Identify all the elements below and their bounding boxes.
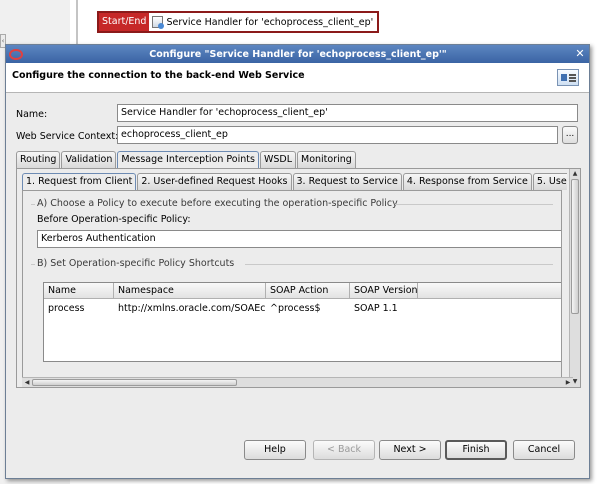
vertical-scroll-thumb[interactable] (571, 179, 579, 314)
cell-soap-version: SOAP 1.1 (354, 303, 398, 314)
cell-name: process (48, 303, 85, 314)
next-button[interactable]: Next > (379, 440, 441, 460)
service-handler-icon (152, 16, 165, 29)
tab-message-interception-points[interactable]: Message Interception Points (117, 151, 259, 169)
web-service-icon (557, 69, 579, 86)
section-a-title: A) Choose a Policy to execute before exe… (37, 198, 398, 209)
dialog-header: Configure the connection to the back-end… (6, 63, 589, 93)
context-label: Web Service Context: (16, 131, 119, 142)
horizontal-scroll-thumb[interactable] (32, 379, 237, 386)
table-row[interactable]: process http://xmlns.oracle.com/SOAEcho … (44, 301, 561, 319)
context-input[interactable]: echoprocess_client_ep (117, 126, 558, 144)
cell-namespace: http://xmlns.oracle.com/SOAEcho (118, 303, 266, 314)
interception-panel: 1. Request from Client 2. User-defined R… (16, 168, 581, 388)
before-policy-label: Before Operation-specific Policy: (37, 214, 191, 225)
tab-wsdl[interactable]: WSDL (259, 151, 297, 168)
section-a-rule-left (31, 204, 35, 205)
table-header: Name Namespace SOAP Action SOAP Version (44, 283, 561, 299)
column-soap-action[interactable]: SOAP Action (266, 283, 350, 298)
name-input[interactable]: Service Handler for 'echoprocess_client_… (117, 104, 578, 122)
configure-dialog: Configure "Service Handler for 'echoproc… (5, 44, 590, 479)
name-label: Name: (16, 109, 48, 120)
column-name[interactable]: Name (44, 283, 114, 298)
finish-button[interactable]: Finish (445, 440, 507, 460)
start-end-node[interactable]: Start/End Service Handler for 'echoproce… (97, 11, 380, 33)
subtab-response-from-service[interactable]: 4. Response from Service (402, 173, 532, 190)
subtab-request-to-service[interactable]: 3. Request to Service (292, 173, 402, 190)
subtab-user-defined[interactable]: 5. User-defined (532, 173, 567, 190)
browse-button[interactable]: ... (562, 126, 578, 144)
back-button[interactable]: < Back (313, 440, 375, 460)
scroll-up-icon[interactable]: ▲ (570, 169, 580, 179)
tab-routing[interactable]: Routing (16, 151, 61, 168)
before-policy-select[interactable]: Kerberos Authentication (37, 230, 561, 248)
tab-monitoring[interactable]: Monitoring (297, 151, 356, 168)
section-b-title: B) Set Operation-specific Policy Shortcu… (37, 258, 235, 269)
section-a-rule-right (395, 204, 553, 205)
subtab-user-defined-request-hooks[interactable]: 2. User-defined Request Hooks (137, 173, 292, 190)
tab-validation[interactable]: Validation (61, 151, 117, 168)
column-soap-version[interactable]: SOAP Version (350, 283, 418, 298)
help-button[interactable]: Help (244, 440, 306, 460)
oracle-logo-icon (9, 48, 23, 60)
cancel-button[interactable]: Cancel (513, 440, 575, 460)
start-end-tag: Start/End (99, 13, 150, 31)
interception-subtabs: 1. Request from Client 2. User-defined R… (22, 173, 567, 190)
request-from-client-panel: A) Choose a Policy to execute before exe… (22, 190, 562, 378)
scroll-left-icon[interactable]: ◀ (22, 378, 32, 388)
cell-soap-action: ^process$ (270, 303, 321, 314)
operation-shortcuts-table: Name Namespace SOAP Action SOAP Version … (43, 282, 561, 362)
horizontal-scrollbar[interactable]: ◀ ▶ (22, 377, 573, 387)
canvas-divider (76, 0, 78, 44)
section-b-rule-right (245, 264, 553, 265)
section-b-rule-left (31, 264, 35, 265)
close-icon[interactable]: ✕ (573, 47, 587, 61)
dialog-titlebar[interactable]: Configure "Service Handler for 'echoproc… (6, 45, 589, 63)
dialog-title: Configure "Service Handler for 'echoproc… (149, 48, 447, 60)
vertical-scrollbar[interactable]: ▲ ▼ (569, 169, 580, 387)
header-text: Configure the connection to the back-end… (12, 70, 305, 81)
column-namespace[interactable]: Namespace (114, 283, 266, 298)
main-tabs: Routing Validation Message Interception … (16, 151, 357, 169)
subtab-request-from-client[interactable]: 1. Request from Client (22, 173, 137, 190)
scroll-right-icon[interactable]: ▶ (563, 378, 573, 388)
start-end-label: Service Handler for 'echoprocess_client_… (166, 16, 374, 28)
